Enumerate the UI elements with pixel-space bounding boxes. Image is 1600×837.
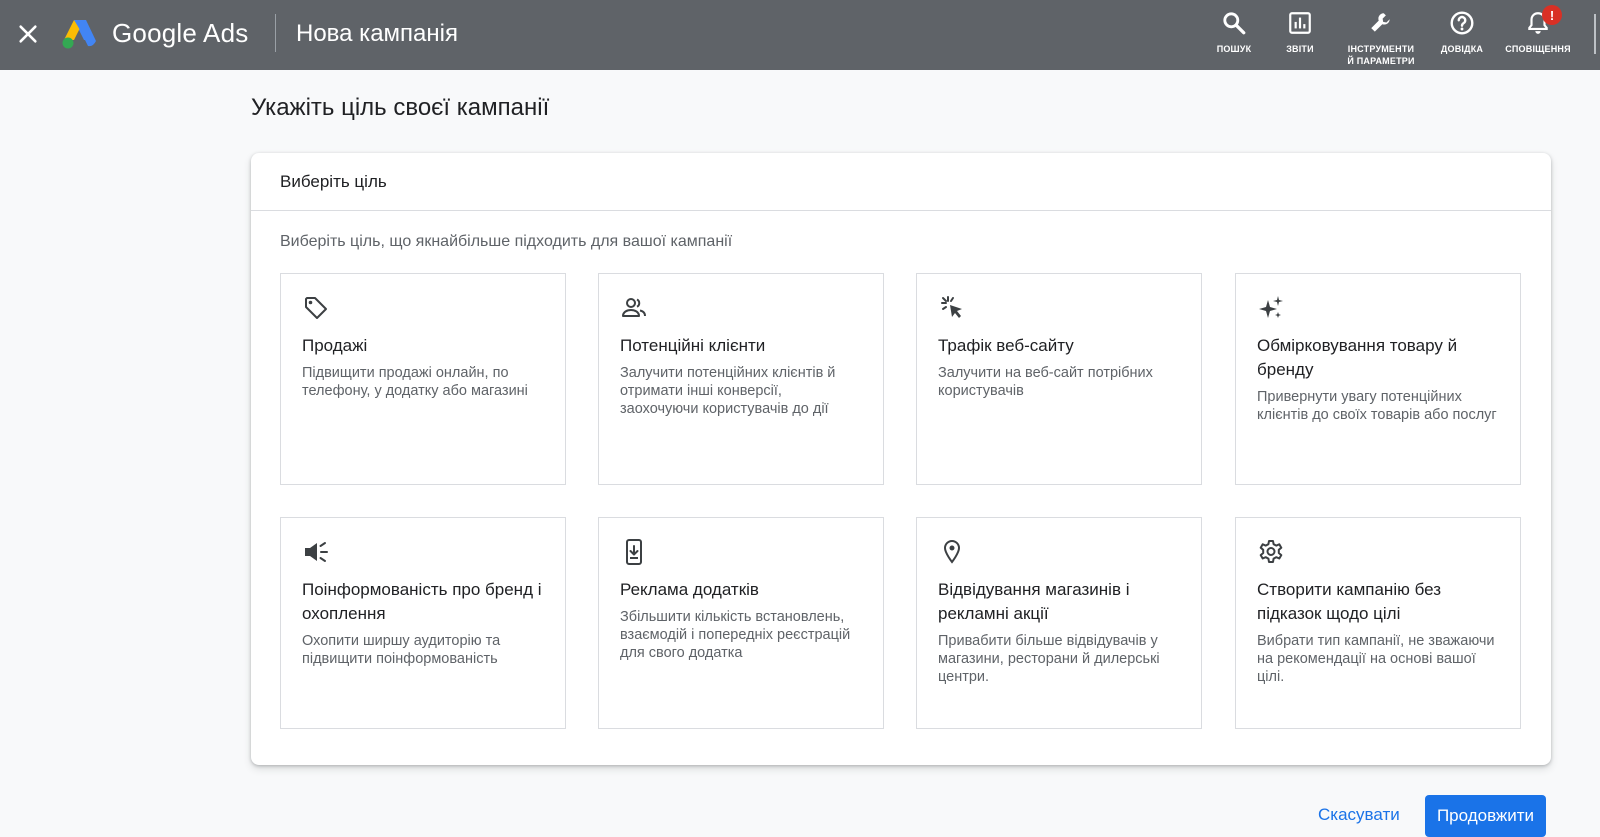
goal-title: Відвідування магазинів і рекламні акції <box>938 580 1130 623</box>
people-icon <box>620 294 648 322</box>
top-app-bar: Google Ads Нова кампанія Пошук Звіти Інс… <box>0 0 1600 70</box>
reports-icon <box>1289 12 1311 34</box>
card-subtitle: Виберіть ціль, що якнайбільше підходить … <box>280 233 733 250</box>
close-button[interactable] <box>14 20 42 48</box>
goal-selection-card: Виберіть ціль Виберіть ціль, що якнайбіл… <box>251 153 1551 765</box>
search-label: Пошук <box>1216 44 1252 54</box>
goal-option-sales[interactable]: Продажі Підвищити продажі онлайн, по тел… <box>280 273 566 485</box>
goal-title: Обмірковування товару й бренду <box>1257 336 1458 379</box>
goal-option-leads[interactable]: Потенційні клієнти Залучити потенційних … <box>598 273 884 485</box>
help-icon <box>1450 11 1474 35</box>
reports-label: Звіти <box>1286 44 1314 54</box>
goal-description: Охопити ширшу аудиторію та підвищити поі… <box>302 633 501 667</box>
goal-description: Вибрати тип кампанії, не зважаючи на рек… <box>1257 633 1495 685</box>
goal-title: Трафік веб-сайту <box>938 336 1074 355</box>
tag-icon <box>302 294 330 322</box>
goal-description: Привернути увагу потенційних клієнтів до… <box>1257 389 1497 423</box>
goal-option-no-guidance[interactable]: Створити кампанію без підказок щодо цілі… <box>1235 517 1521 729</box>
goal-description: Привабити більше відвідувачів у магазини… <box>938 633 1160 685</box>
title-divider <box>275 14 276 52</box>
notification-badge: ! <box>1542 5 1562 25</box>
reports-button[interactable]: Звіти <box>1278 10 1322 55</box>
brand-name: Google Ads <box>112 18 249 48</box>
goal-title: Реклама додатків <box>620 580 759 599</box>
goal-option-website-traffic[interactable]: Трафік веб-сайту Залучити на веб-сайт по… <box>916 273 1202 485</box>
close-icon <box>19 25 37 43</box>
goal-title: Потенційні клієнти <box>620 336 766 355</box>
tools-label-line2: й параметри <box>1347 56 1415 66</box>
goal-title: Створити кампанію без підказок щодо цілі <box>1257 580 1441 623</box>
page-heading: Укажіть ціль своєї кампанії <box>251 94 550 121</box>
goal-option-brand-awareness-reach[interactable]: Поінформованість про бренд і охоплення О… <box>280 517 566 729</box>
goal-title: Поінформованість про бренд і охоплення <box>302 580 542 623</box>
goal-description: Підвищити продажі онлайн, по телефону, у… <box>302 365 528 399</box>
notifications-label: Сповіщення <box>1505 44 1571 54</box>
help-label: Довідка <box>1440 44 1484 54</box>
page-title: Нова кампанія <box>296 20 458 47</box>
google-ads-logo <box>60 16 98 50</box>
goal-description: Залучити потенційних клієнтів й отримати… <box>620 365 836 417</box>
search-icon <box>1223 12 1246 35</box>
goal-option-store-visits[interactable]: Відвідування магазинів і рекламні акції … <box>916 517 1202 729</box>
wrench-icon <box>1371 13 1390 32</box>
tools-label: Інструменти й параметри <box>1347 43 1414 67</box>
topbar-edge <box>1594 14 1596 54</box>
goal-option-product-brand-consideration[interactable]: Обмірковування товару й бренду Привернут… <box>1235 273 1521 485</box>
continue-button[interactable]: Продовжити <box>1425 795 1546 837</box>
cancel-button[interactable]: Скасувати <box>1310 797 1408 833</box>
goal-option-app-promotion[interactable]: Реклама додатків Збільшити кількість вст… <box>598 517 884 729</box>
gear-icon <box>1257 538 1285 566</box>
megaphone-icon <box>302 538 330 566</box>
tools-label-line1: Інструменти <box>1347 44 1415 54</box>
help-button[interactable]: Довідка <box>1436 10 1488 55</box>
card-header: Виберіть ціль <box>251 153 1551 211</box>
phone-download-icon <box>620 538 648 566</box>
tools-settings-button[interactable]: Інструменти й параметри <box>1342 10 1420 67</box>
sparkle-icon <box>1257 294 1285 322</box>
location-pin-icon <box>938 538 966 566</box>
search-button[interactable]: Пошук <box>1212 10 1256 55</box>
goal-description: Залучити на веб-сайт потрібних користува… <box>938 365 1153 399</box>
goal-description: Збільшити кількість встановлень, взаємод… <box>620 609 851 661</box>
notifications-button[interactable]: ! Сповіщення <box>1500 5 1576 55</box>
goal-title: Продажі <box>302 336 368 355</box>
cursor-click-icon <box>938 294 966 322</box>
